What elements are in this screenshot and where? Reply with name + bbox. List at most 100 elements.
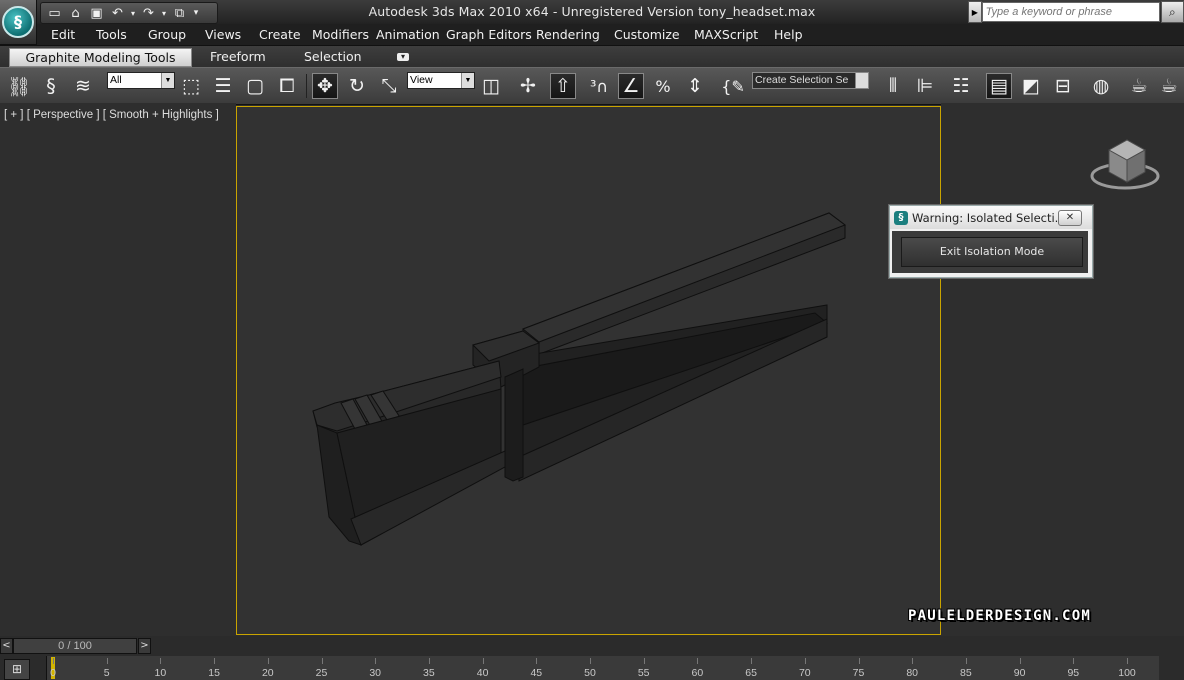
viewport-left-area — [0, 103, 236, 636]
time-slider-bar: < 0 / 100 > — [0, 636, 1184, 656]
menu-maxscript[interactable]: MAXScript — [694, 27, 758, 42]
angle-snap-icon[interactable]: ∠ — [618, 73, 644, 99]
menu-modifiers[interactable]: Modifiers — [312, 27, 369, 42]
menu-group[interactable]: Group — [148, 27, 186, 42]
unlink-selection-icon[interactable]: § — [38, 73, 64, 99]
timeline-tick — [1073, 658, 1075, 664]
exit-isolation-mode-button[interactable]: Exit Isolation Mode — [901, 237, 1083, 267]
time-next-button[interactable]: > — [138, 638, 151, 654]
new-icon[interactable]: ▭ — [45, 5, 64, 21]
selection-filter-value: All — [110, 74, 122, 86]
curve-editor-icon[interactable]: ◩ — [1018, 73, 1044, 99]
redo-icon[interactable]: ↷ — [139, 5, 158, 21]
timeline-tick-label: 10 — [154, 667, 167, 679]
material-editor-icon[interactable]: ◍ — [1088, 73, 1114, 99]
viewcube-navigation[interactable] — [1089, 136, 1161, 196]
render-production-icon[interactable]: ☕ — [1156, 73, 1182, 99]
render-setup-icon[interactable]: ☕ — [1126, 73, 1152, 99]
dialog-titlebar[interactable]: § Warning: Isolated Selecti... ✕ — [890, 206, 1092, 229]
timeline-tick-label: 85 — [960, 667, 972, 679]
menu-animation[interactable]: Animation — [376, 27, 440, 42]
3dsmax-small-icon: § — [894, 210, 908, 225]
toolbar-divider — [306, 74, 307, 98]
select-and-manipulate-icon[interactable]: ✢ — [515, 73, 541, 99]
timeline-tick — [1019, 658, 1021, 664]
timeline-tick-label: 90 — [1013, 667, 1026, 679]
menu-views[interactable]: Views — [205, 27, 241, 42]
timeline-tick-label: 70 — [798, 667, 811, 679]
undo-icon[interactable]: ↶ — [108, 5, 127, 21]
application-button[interactable]: § — [0, 0, 37, 45]
time-prev-button[interactable]: < — [0, 638, 13, 654]
timeline-tick — [267, 658, 269, 664]
search-icon[interactable]: ⌕ — [1160, 1, 1184, 23]
percent-snap-icon[interactable]: % — [650, 73, 676, 99]
time-slider[interactable]: 0 / 100 — [13, 638, 137, 654]
watermark: PAULELDERDESIGN.COM — [908, 608, 1091, 624]
perspective-viewport[interactable] — [236, 106, 941, 635]
snaps-toggle-icon[interactable]: ³∩ — [586, 73, 612, 99]
menu-customize[interactable]: Customize — [614, 27, 680, 42]
tab-selection[interactable]: Selection — [304, 49, 362, 64]
layer-manager-icon[interactable]: ☷ — [948, 73, 974, 99]
track-view-toggle-icon[interactable]: ⊞ — [4, 659, 30, 680]
select-by-name-icon[interactable]: ☰ — [210, 73, 236, 99]
selection-filter-dropdown[interactable]: All ▼ — [107, 72, 175, 89]
select-object-icon[interactable]: ⬚ — [178, 73, 204, 99]
select-and-scale-icon[interactable]: ⤡ — [376, 73, 402, 99]
timeline-tick — [697, 658, 699, 664]
select-and-rotate-icon[interactable]: ↻ — [344, 73, 370, 99]
bind-to-space-warp-icon[interactable]: ≋ — [70, 73, 96, 99]
select-and-move-icon[interactable]: ✥ — [312, 73, 338, 99]
menu-graph-editors[interactable]: Graph Editors — [446, 27, 532, 42]
redo-dropdown-icon[interactable]: ▾ — [160, 5, 168, 21]
graphite-tools-toggle-icon[interactable]: ▤ — [986, 73, 1012, 99]
track-ruler[interactable]: 0 5 10 15 20 25 30 35 40 45 50 55 60 65 70 75 80 85 90 95 10… — [46, 656, 1159, 680]
mirror-icon[interactable]: ⫴ — [880, 73, 906, 99]
customize-dropdown-icon[interactable]: ▾ — [191, 5, 201, 21]
ribbon-minimize-icon[interactable]: ▾ — [397, 53, 409, 61]
timeline-tick-label: 65 — [745, 667, 757, 679]
menu-rendering[interactable]: Rendering — [536, 27, 600, 42]
window-crossing-icon[interactable]: ⧠ — [274, 73, 300, 99]
chevron-down-icon: ▼ — [161, 73, 174, 88]
select-and-link-icon[interactable]: ⛓ — [6, 73, 32, 99]
timeline-tick — [428, 658, 430, 664]
timeline-tick-label: 15 — [208, 667, 220, 679]
timeline-tick — [536, 658, 538, 664]
search-expand-icon[interactable]: ▶ — [968, 1, 982, 23]
chevron-down-icon: ▼ — [855, 73, 868, 88]
rectangular-selection-icon[interactable]: ▢ — [242, 73, 268, 99]
viewport-label[interactable]: [ + ] [ Perspective ] [ Smooth + Highlig… — [4, 109, 219, 121]
timeline-tick — [106, 658, 108, 664]
align-icon[interactable]: ⊫ — [912, 73, 938, 99]
named-selection-value: Create Selection Se — [755, 74, 849, 86]
menu-tools[interactable]: Tools — [96, 27, 127, 42]
timeline-tick-label: 80 — [906, 667, 919, 679]
timeline-tick — [912, 658, 914, 664]
spinner-snap-icon[interactable]: ⇕ — [682, 73, 708, 99]
keyboard-shortcut-override-icon[interactable]: ⇧ — [550, 73, 576, 99]
reference-coordinate-dropdown[interactable]: View ▼ — [407, 72, 475, 89]
tab-freeform[interactable]: Freeform — [210, 49, 266, 64]
edit-named-selection-icon[interactable]: {✎ — [720, 73, 746, 99]
schematic-view-icon[interactable]: ⊟ — [1050, 73, 1076, 99]
timeline-tick — [1127, 658, 1128, 664]
open-icon[interactable]: ⌂ — [66, 5, 85, 21]
timeline-tick — [804, 658, 806, 664]
project-folder-icon[interactable]: ⧉ — [170, 5, 189, 21]
timeline-tick-label: 5 — [103, 667, 110, 679]
menu-create[interactable]: Create — [259, 27, 301, 42]
close-icon[interactable]: ✕ — [1058, 210, 1082, 226]
pivot-center-icon[interactable]: ◫ — [478, 73, 504, 99]
search-input[interactable] — [981, 2, 1160, 22]
menu-edit[interactable]: Edit — [51, 27, 75, 42]
undo-dropdown-icon[interactable]: ▾ — [129, 5, 137, 21]
timeline-tick — [643, 658, 645, 664]
quick-access-toolbar: ▭ ⌂ ▣ ↶ ▾ ↷ ▾ ⧉ ▾ — [40, 2, 218, 24]
timeline-tick-label: 30 — [369, 667, 382, 679]
menu-help[interactable]: Help — [774, 27, 803, 42]
tab-graphite-modeling-tools[interactable]: Graphite Modeling Tools — [9, 48, 192, 67]
named-selection-dropdown[interactable]: Create Selection Se ▼ — [752, 72, 869, 89]
save-icon[interactable]: ▣ — [87, 5, 106, 21]
